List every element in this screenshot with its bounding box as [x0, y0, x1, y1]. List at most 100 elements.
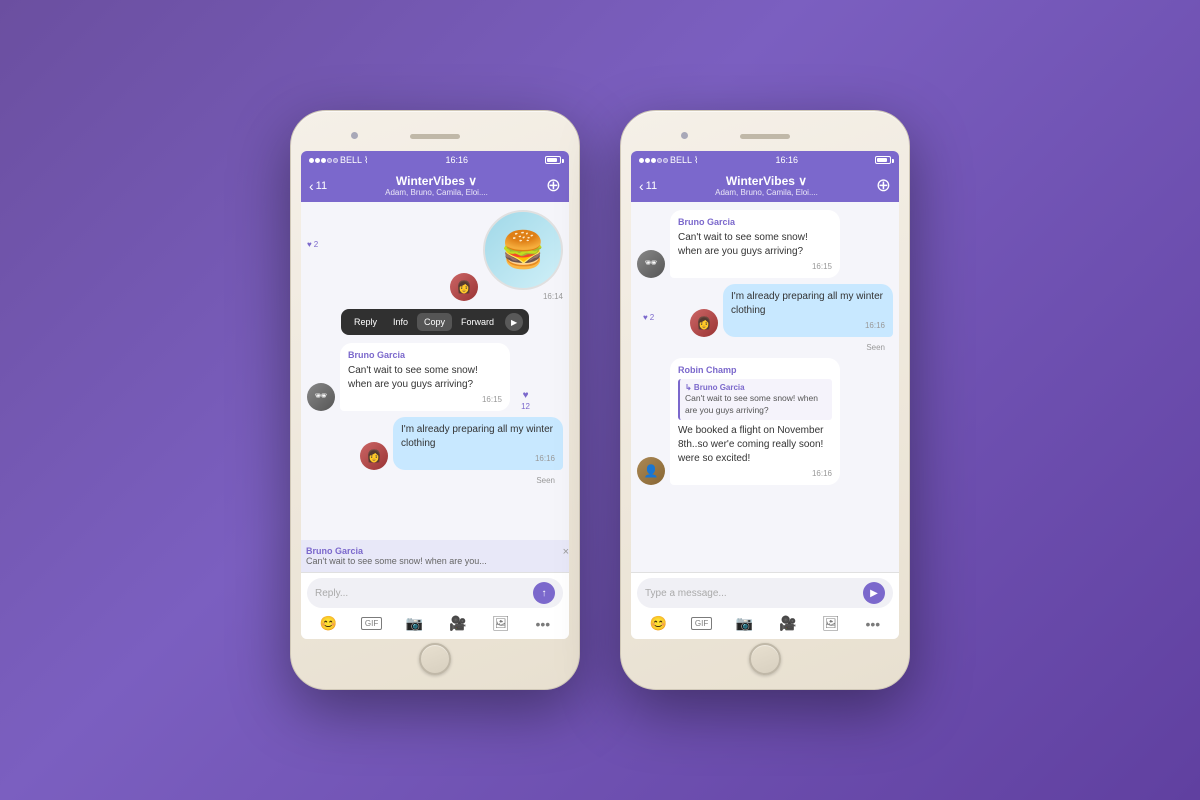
camera-button-2[interactable]: 📷 — [734, 613, 755, 634]
avatar-bruno-2: 🕶 — [637, 250, 665, 278]
reply-bar-1: Bruno Garcia Can't wait to see some snow… — [301, 540, 569, 572]
back-button-1[interactable]: ‹ 11 — [309, 178, 327, 194]
message-time-self-2: 16:16 — [731, 320, 885, 331]
bruno-likes-1: ♥ 12 — [521, 390, 530, 411]
heart-icon-1: ♥ — [307, 240, 312, 249]
chat-header-1: ‹ 11 WinterVibes ∨ Adam, Bruno, Camila, … — [301, 169, 569, 202]
gif-button-2[interactable]: GIF — [691, 617, 712, 630]
status-right-2 — [875, 156, 891, 164]
battery-2 — [875, 156, 891, 164]
message-time-robin: 16:16 — [678, 468, 832, 479]
sticker-row: 🍔 16:14 👩 ♥ 2 — [307, 210, 563, 301]
robin-message-row: 👤 Robin Champ ↳ Bruno Garcia Can't wait … — [637, 358, 893, 485]
more-button-2[interactable]: ••• — [863, 614, 882, 634]
status-bar-2: BELL ⌇ 16:16 — [631, 151, 899, 169]
send-button-1[interactable]: ↑ — [533, 582, 555, 604]
heart-icon-bruno-1: ♥ — [523, 390, 529, 401]
self-message-row-1: I'm already preparing all my winter clot… — [307, 417, 563, 470]
front-camera-2 — [681, 132, 688, 139]
bubble-self-1: I'm already preparing all my winter clot… — [393, 417, 563, 470]
quoted-message: ↳ Bruno Garcia Can't wait to see some sn… — [678, 379, 832, 420]
like-count-self-2: 2 — [650, 313, 654, 322]
bubble-bruno-1: Bruno Garcia Can't wait to see some snow… — [340, 343, 510, 411]
phone-bottom-1 — [301, 643, 569, 675]
bruno-message-row-1: 🕶 Bruno Garcia Can't wait to see some sn… — [307, 343, 563, 411]
video-button-2[interactable]: 🎥 — [777, 613, 798, 634]
gallery-button-1[interactable]: 🖼 — [490, 613, 512, 634]
reply-button[interactable]: Reply — [347, 313, 384, 331]
like-count-bruno-1: 12 — [521, 402, 530, 411]
quoted-text: Can't wait to see some snow! when are yo… — [685, 393, 818, 415]
play-button[interactable]: ▶ — [505, 313, 523, 331]
more-button-1[interactable]: ••• — [533, 614, 552, 634]
dot2-1 — [639, 158, 644, 163]
add-member-button-2[interactable]: ⊕ — [876, 175, 891, 196]
self-message-row-2: I'm already preparing all my winter clot… — [637, 284, 893, 337]
sender-name-bruno-1: Bruno Garcia — [348, 349, 502, 362]
back-arrow-icon-1: ‹ — [309, 178, 314, 194]
dot2-3 — [651, 158, 656, 163]
phone-bottom-2 — [631, 643, 899, 675]
dot2-5 — [663, 158, 668, 163]
screen-2: BELL ⌇ 16:16 ‹ 11 WinterVibes ∨ Adam, Br… — [631, 151, 899, 639]
time-2: 16:16 — [775, 155, 798, 165]
wifi-icon-2: ⌇ — [694, 155, 698, 166]
forward-button[interactable]: Forward — [454, 313, 501, 331]
message-input-2[interactable] — [645, 588, 859, 599]
header-center-2: WinterVibes ∨ Adam, Bruno, Camila, Eloi.… — [657, 174, 876, 197]
input-row-2: ▶ — [637, 578, 893, 608]
speaker-1 — [410, 134, 460, 139]
like-count-1: 2 — [314, 240, 318, 249]
dot2 — [315, 158, 320, 163]
back-count-1: 11 — [316, 180, 327, 192]
message-text-self-1: I'm already preparing all my winter clot… — [401, 424, 553, 449]
status-left-1: BELL ⌇ — [309, 155, 368, 166]
info-button[interactable]: Info — [386, 313, 415, 331]
carrier-1: BELL — [340, 155, 362, 165]
signal-dots-2 — [639, 158, 668, 163]
chat-area-1[interactable]: 🍔 16:14 👩 ♥ 2 Reply Info Copy Forward ▶ — [301, 202, 569, 540]
chat-title-2: WinterVibes ∨ — [657, 174, 876, 188]
message-input-1[interactable] — [315, 588, 529, 599]
context-menu[interactable]: Reply Info Copy Forward ▶ — [341, 309, 529, 335]
battery-1 — [545, 156, 561, 164]
camera-button-1[interactable]: 📷 — [404, 613, 425, 634]
add-member-button-1[interactable]: ⊕ — [546, 175, 561, 196]
dot1 — [309, 158, 314, 163]
header-center-1: WinterVibes ∨ Adam, Bruno, Camila, Eloi.… — [327, 174, 546, 197]
phone-top-2 — [631, 125, 899, 147]
dot2-2 — [645, 158, 650, 163]
chat-members-1: Adam, Bruno, Camila, Eloi.... — [327, 188, 546, 197]
reply-close-button[interactable]: × — [563, 546, 569, 558]
sticker-likes: ♥ 2 — [307, 240, 318, 249]
message-time-self-1: 16:16 — [401, 453, 555, 464]
chat-title-1: WinterVibes ∨ — [327, 174, 546, 188]
message-text-self-2: I'm already preparing all my winter clot… — [731, 291, 883, 316]
dot4 — [327, 158, 332, 163]
chat-area-2[interactable]: 🕶 Bruno Garcia Can't wait to see some sn… — [631, 202, 899, 572]
gif-button-1[interactable]: GIF — [361, 617, 382, 630]
back-button-2[interactable]: ‹ 11 — [639, 178, 657, 194]
bruno-message-row-2: 🕶 Bruno Garcia Can't wait to see some sn… — [637, 210, 893, 278]
seen-label-2: Seen — [637, 343, 893, 352]
copy-button[interactable]: Copy — [417, 313, 452, 331]
back-count-2: 11 — [646, 180, 657, 192]
message-text-bruno-2: Can't wait to see some snow! when are yo… — [678, 232, 808, 257]
quoted-name: ↳ Bruno Garcia — [685, 382, 827, 393]
emoji-button-2[interactable]: 😊 — [648, 613, 669, 634]
wifi-icon-1: ⌇ — [364, 155, 368, 166]
input-area-2: ▶ 😊 GIF 📷 🎥 🖼 ••• — [631, 572, 899, 639]
carrier-2: BELL — [670, 155, 692, 165]
send-button-2[interactable]: ▶ — [863, 582, 885, 604]
bubble-self-2: I'm already preparing all my winter clot… — [723, 284, 893, 337]
home-button-1[interactable] — [419, 643, 451, 675]
reply-name: Bruno Garcia — [306, 546, 567, 556]
phone-1: BELL ⌇ 16:16 ‹ 11 WinterVibes ∨ Adam, Br… — [290, 110, 580, 690]
gallery-button-2[interactable]: 🖼 — [820, 613, 842, 634]
self-likes-2: ♥ 2 — [643, 313, 654, 322]
phone-top-1 — [301, 125, 569, 147]
message-time-bruno-2: 16:15 — [678, 261, 832, 272]
video-button-1[interactable]: 🎥 — [447, 613, 468, 634]
emoji-button-1[interactable]: 😊 — [318, 613, 339, 634]
home-button-2[interactable] — [749, 643, 781, 675]
